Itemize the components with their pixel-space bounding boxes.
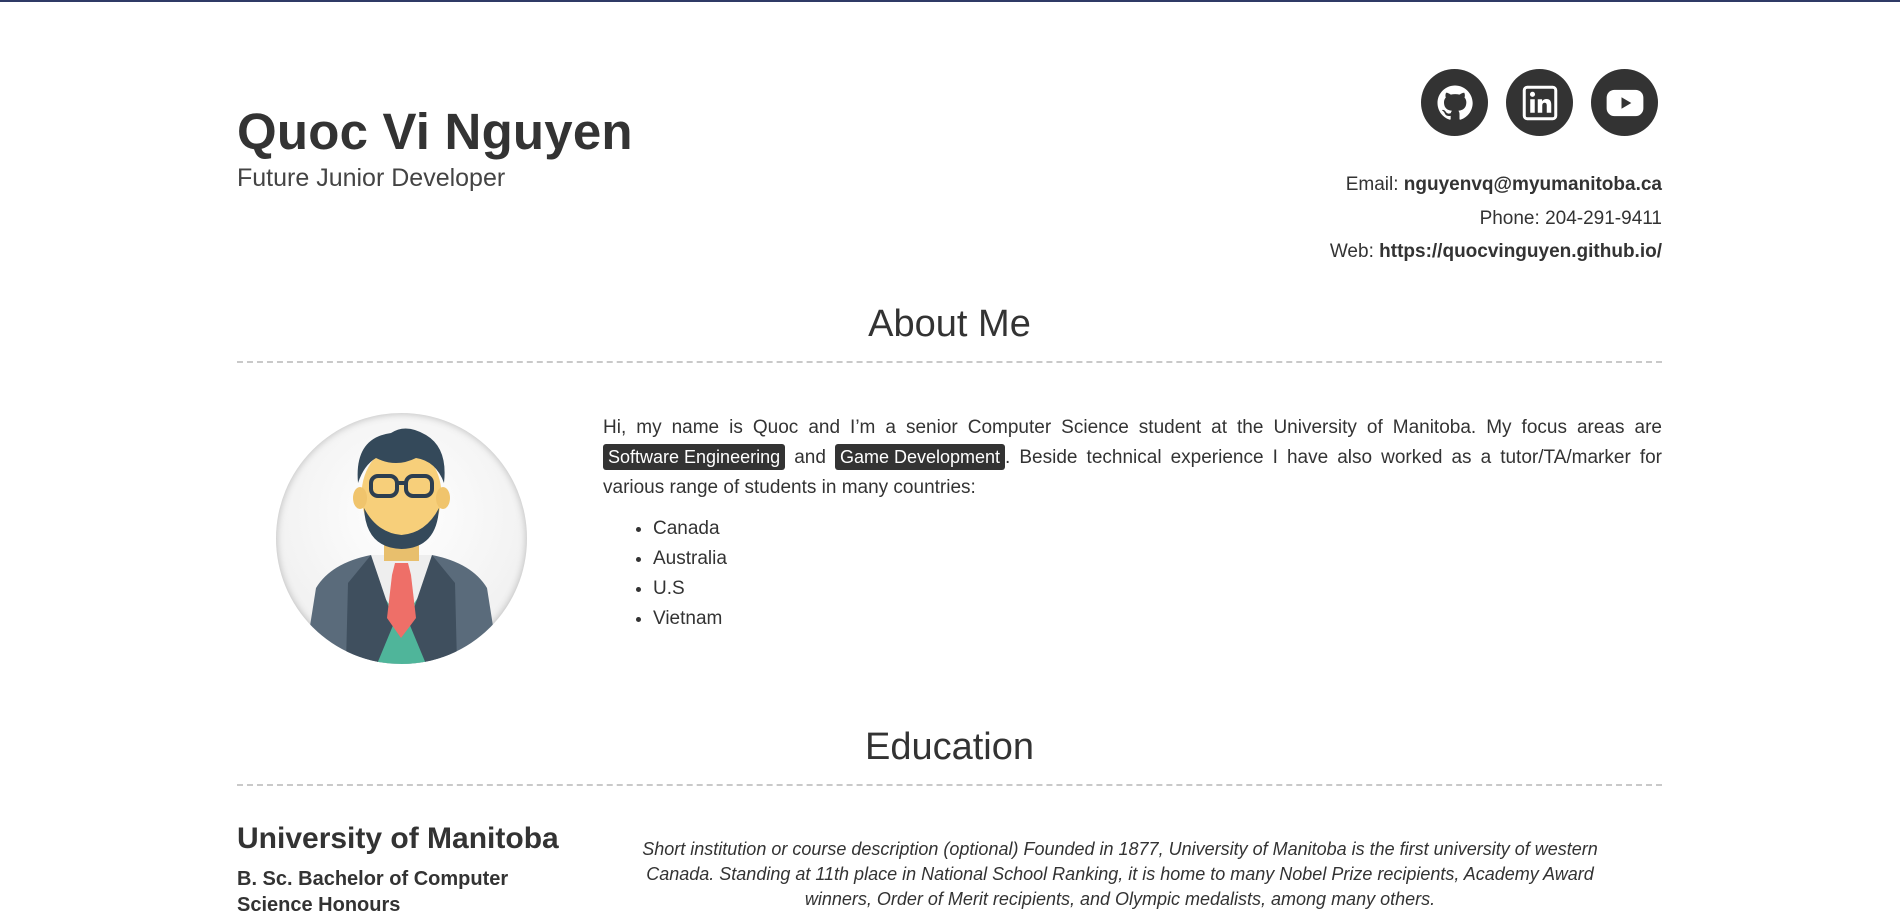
education-divider xyxy=(237,784,1662,786)
web-label: Web: xyxy=(1329,241,1374,262)
youtube-link[interactable] xyxy=(1591,69,1658,136)
education-description: Short institution or course description … xyxy=(642,839,1598,909)
email-link[interactable]: nguyenvq@myumanitoba.ca xyxy=(1404,174,1662,195)
about-and: and xyxy=(794,447,826,468)
phone-label: Phone: xyxy=(1479,207,1540,229)
about-heading: About Me xyxy=(868,303,1031,345)
contact-web: Web: https://quocvinguyen.github.io/ xyxy=(1330,235,1662,269)
tag-software-engineering: Software Engineering xyxy=(603,444,786,470)
contact-phone: Phone: 204-291-9411 xyxy=(1330,202,1662,236)
tag-game-development: Game Development xyxy=(834,444,1006,470)
countries-list: Canada Australia U.S Vietnam xyxy=(653,514,727,634)
education-degree: B. Sc. Bachelor of Computer Science Hono… xyxy=(237,868,509,916)
list-item: Australia xyxy=(653,544,727,574)
page-subtitle: Future Junior Developer xyxy=(237,164,506,192)
avatar xyxy=(276,413,527,664)
avatar-illustration xyxy=(304,428,499,664)
education-heading: Education xyxy=(864,726,1034,768)
social-links xyxy=(1421,69,1658,136)
about-text-before: Hi, my name is Quoc and I’m a senior Com… xyxy=(603,417,1662,438)
github-icon xyxy=(1437,85,1473,120)
list-item: U.S xyxy=(653,574,727,604)
education-school: University of Manitoba xyxy=(237,822,559,855)
page-title: Quoc Vi Nguyen xyxy=(237,103,633,160)
about-paragraph: Hi, my name is Quoc and I’m a senior Com… xyxy=(603,413,1662,503)
contact-email: Email: nguyenvq@myumanitoba.ca xyxy=(1330,168,1662,202)
email-label: Email: xyxy=(1345,174,1399,195)
contact-info: Email: nguyenvq@myumanitoba.ca Phone: 20… xyxy=(1330,168,1662,269)
list-item: Canada xyxy=(653,514,727,544)
resume-page: Quoc Vi Nguyen Future Junior Developer E… xyxy=(237,0,1662,916)
web-link[interactable]: https://quocvinguyen.github.io/ xyxy=(1379,241,1662,262)
about-divider xyxy=(237,361,1662,363)
youtube-icon xyxy=(1606,89,1643,116)
linkedin-icon xyxy=(1522,85,1557,120)
list-item: Vietnam xyxy=(653,604,727,634)
phone-value: 204-291-9411 xyxy=(1545,207,1662,229)
linkedin-link[interactable] xyxy=(1506,69,1573,136)
github-link[interactable] xyxy=(1421,69,1488,136)
